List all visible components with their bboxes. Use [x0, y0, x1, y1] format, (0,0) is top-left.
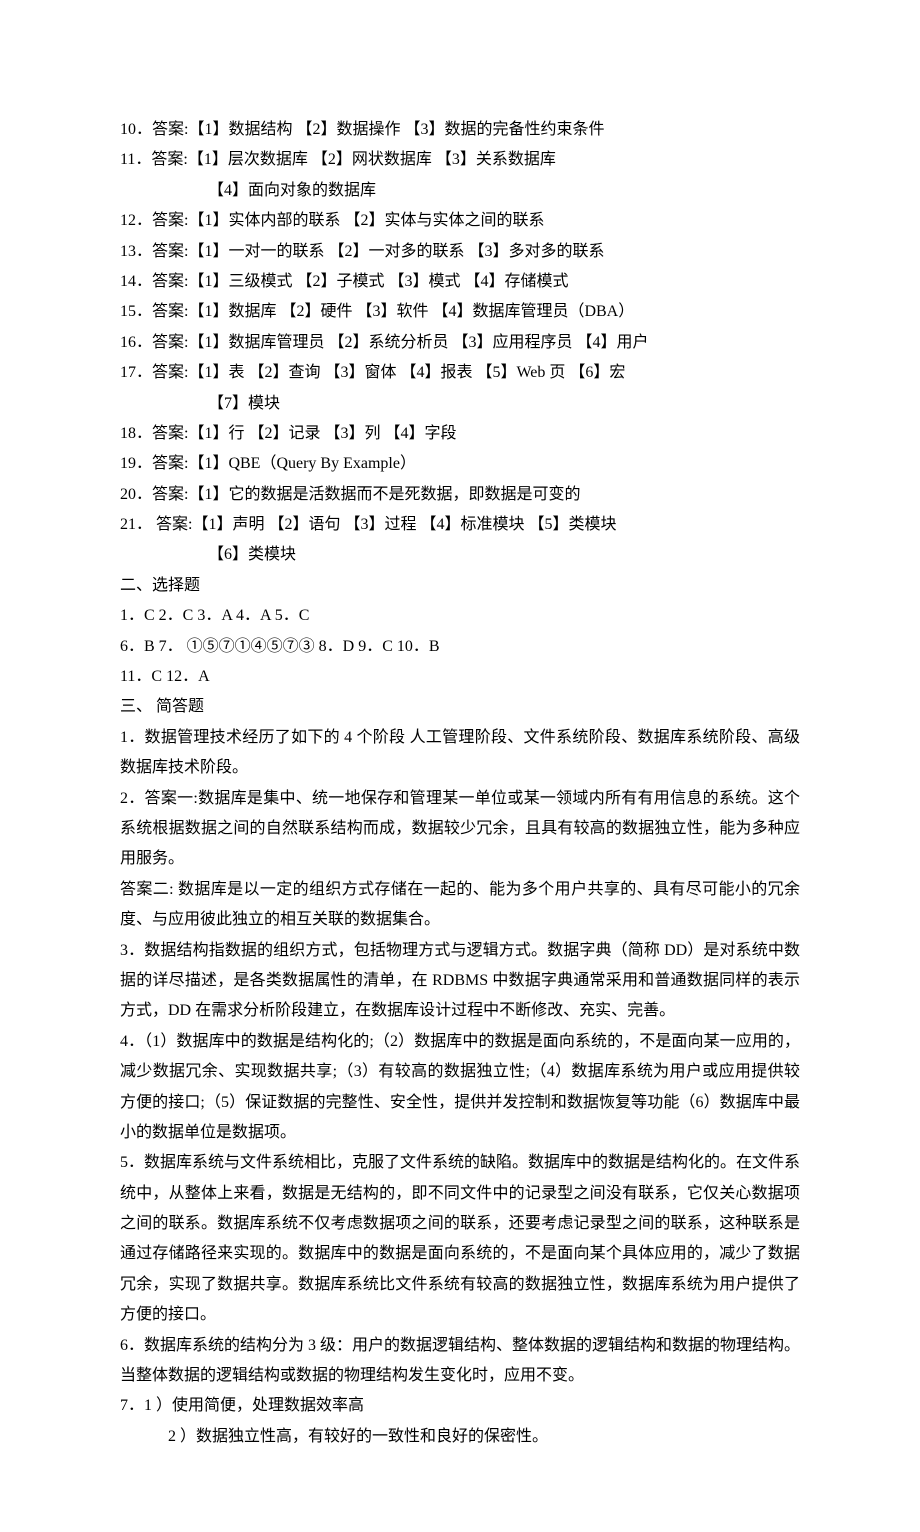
document-page: 10．答案:【1】数据结构 【2】数据操作 【3】数据的完备性约束条件11．答案… — [0, 0, 920, 1532]
text-line: 17．答案:【1】表 【2】查询 【3】窗体 【4】报表 【5】Web 页 【6… — [120, 358, 800, 388]
text-line: 18．答案:【1】行 【2】记录 【3】列 【4】字段 — [120, 419, 800, 449]
text-line: 3．数据结构指数据的组织方式，包括物理方式与逻辑方式。数据字典（简称 DD）是对… — [120, 936, 800, 1027]
text-line: 20．答案:【1】它的数据是活数据而不是死数据，即数据是可变的 — [120, 480, 800, 510]
text-line: 【6】类模块 — [120, 540, 800, 570]
text-line: 7．1 ）使用简便，处理数据效率高 — [120, 1391, 800, 1421]
text-line: 19．答案:【1】QBE（Query By Example） — [120, 449, 800, 479]
text-line: 14．答案:【1】三级模式 【2】子模式 【3】模式 【4】存储模式 — [120, 267, 800, 297]
text-line: 1．C 2．C 3．A 4．A 5．C — [120, 601, 800, 631]
text-line: 三、 简答题 — [120, 692, 800, 722]
text-line: 21． 答案:【1】声明 【2】语句 【3】过程 【4】标准模块 【5】类模块 — [120, 510, 800, 540]
text-line: 6．B 7． ①⑤⑦①④⑤⑦③ 8．D 9．C 10．B — [120, 632, 800, 662]
text-line: 15．答案:【1】数据库 【2】硬件 【3】软件 【4】数据库管理员（DBA） — [120, 297, 800, 327]
text-line: 13．答案:【1】一对一的联系 【2】一对多的联系 【3】多对多的联系 — [120, 237, 800, 267]
document-content: 10．答案:【1】数据结构 【2】数据操作 【3】数据的完备性约束条件11．答案… — [120, 115, 800, 1452]
text-line: 11．C 12．A — [120, 662, 800, 692]
text-line: 【7】模块 — [120, 389, 800, 419]
text-line: 1．数据管理技术经历了如下的 4 个阶段 人工管理阶段、文件系统阶段、数据库系统… — [120, 723, 800, 784]
text-line: 答案二: 数据库是以一定的组织方式存储在一起的、能为多个用户共享的、具有尽可能小… — [120, 875, 800, 936]
text-line: 二、选择题 — [120, 571, 800, 601]
text-line: 4．（1）数据库中的数据是结构化的;（2）数据库中的数据是面向系统的，不是面向某… — [120, 1027, 800, 1149]
text-line: 10．答案:【1】数据结构 【2】数据操作 【3】数据的完备性约束条件 — [120, 115, 800, 145]
text-line: 2 ）数据独立性高，有较好的一致性和良好的保密性。 — [120, 1422, 800, 1452]
text-line: 6．数据库系统的结构分为 3 级：用户的数据逻辑结构、整体数据的逻辑结构和数据的… — [120, 1331, 800, 1392]
text-line: 2．答案一:数据库是集中、统一地保存和管理某一单位或某一领域内所有有用信息的系统… — [120, 784, 800, 875]
text-line: 5．数据库系统与文件系统相比，克服了文件系统的缺陷。数据库中的数据是结构化的。在… — [120, 1148, 800, 1330]
text-line: 12．答案:【1】实体内部的联系 【2】实体与实体之间的联系 — [120, 206, 800, 236]
text-line: 16．答案:【1】数据库管理员 【2】系统分析员 【3】应用程序员 【4】用户 — [120, 328, 800, 358]
text-line: 【4】面向对象的数据库 — [120, 176, 800, 206]
text-line: 11．答案:【1】层次数据库 【2】网状数据库 【3】关系数据库 — [120, 145, 800, 175]
